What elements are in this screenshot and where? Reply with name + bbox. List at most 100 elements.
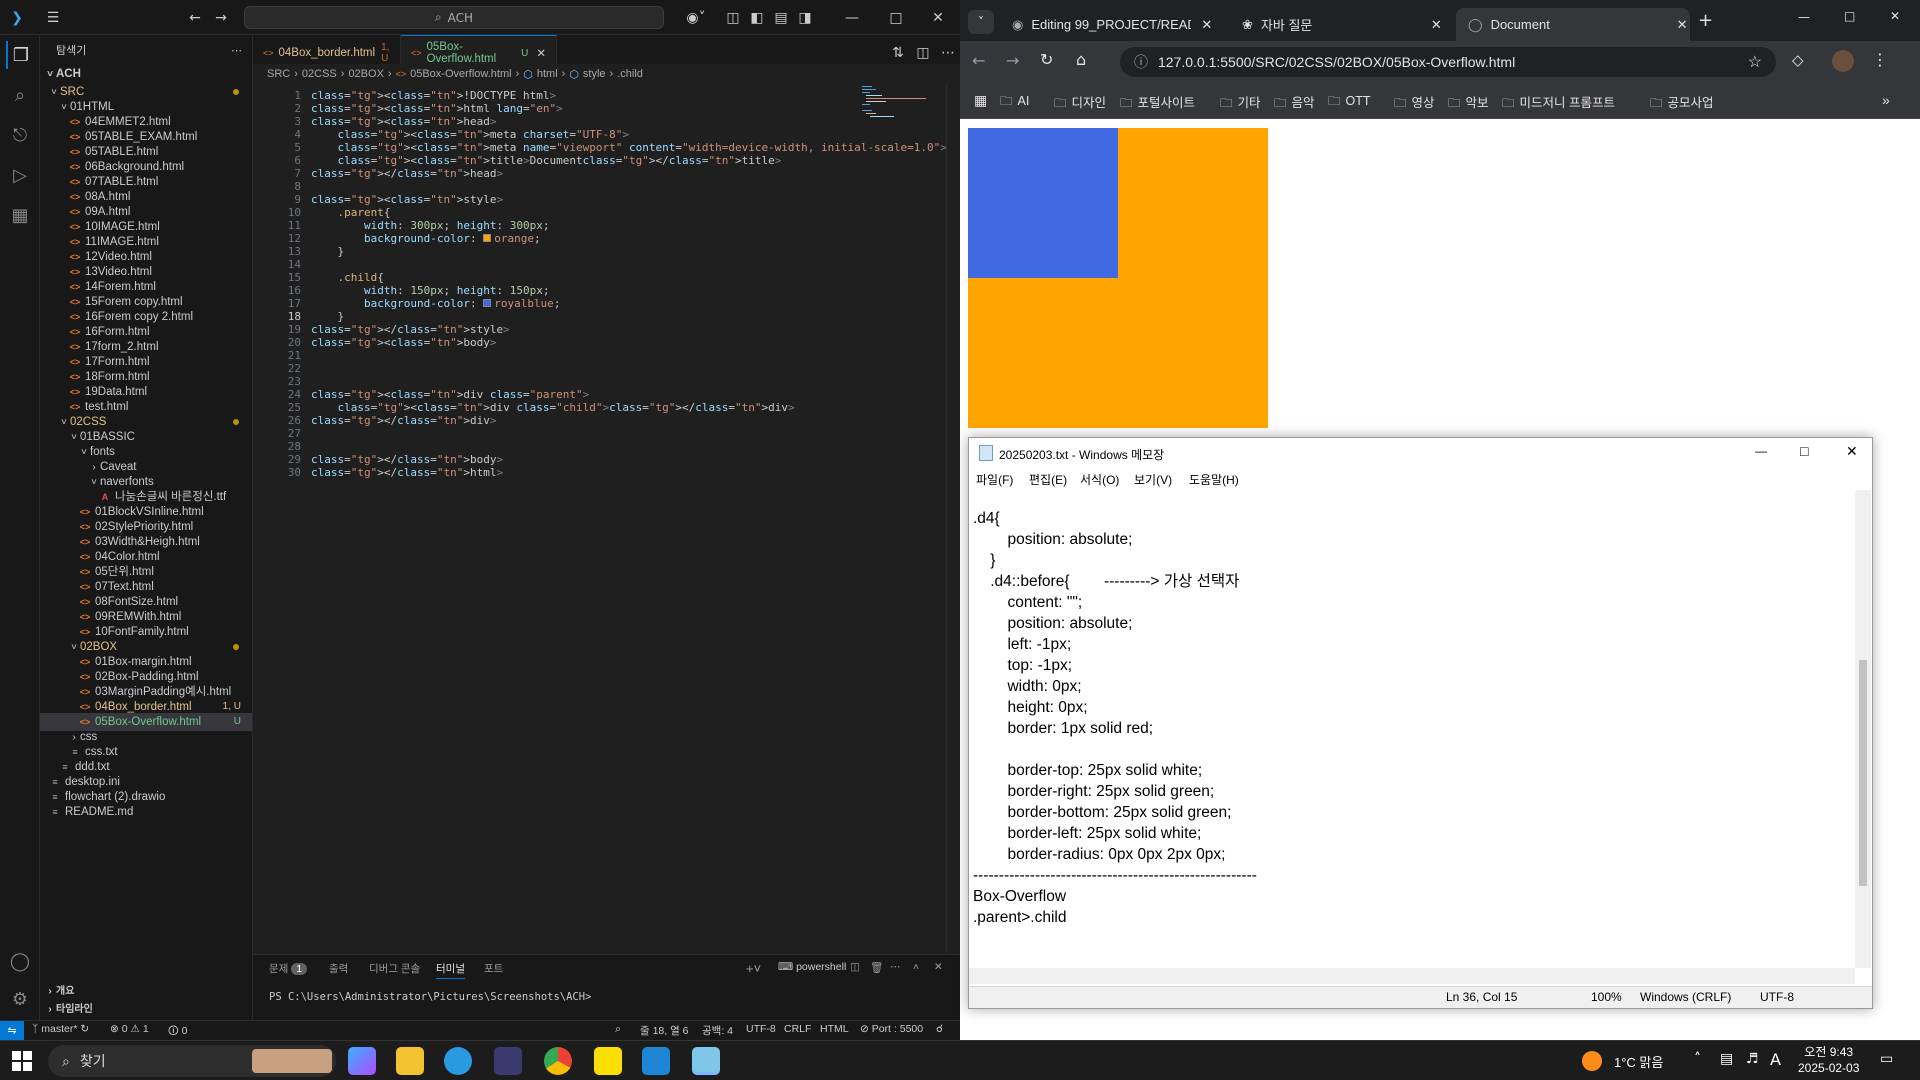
copilot-icon[interactable]: [348, 1047, 376, 1075]
network-tool-icon[interactable]: [494, 1047, 522, 1075]
toggle-secondary-sidebar-icon[interactable]: ◨: [790, 0, 820, 35]
account-icon[interactable]: ◯: [6, 947, 34, 975]
chrome-icon[interactable]: [544, 1047, 572, 1075]
source-control-icon[interactable]: ⎋: [6, 121, 34, 149]
minimize-button[interactable]: —: [1755, 444, 1767, 458]
tab-problems[interactable]: 문제 1: [269, 961, 308, 976]
menu-icon[interactable]: ☰: [38, 0, 68, 35]
breadcrumb-item[interactable]: 05Box-Overflow.html: [410, 68, 511, 80]
code-editor[interactable]: 1 class="tg"><class="tn">!DOCTYPE html> 2 c…: [253, 84, 960, 954]
split-terminal-icon[interactable]: ◫: [850, 961, 860, 973]
trash-icon[interactable]: 🗑: [870, 961, 883, 974]
back-arrow-icon[interactable]: ←: [972, 51, 985, 70]
notepad-taskbar-icon[interactable]: [692, 1047, 720, 1075]
close-tab-icon[interactable]: ✕: [1201, 17, 1212, 33]
bookmark-folder[interactable]: 🗀 영상: [1394, 92, 1435, 115]
code-line[interactable]: 30 class="tg"></class="tn">html>: [253, 465, 953, 481]
horizontal-scrollbar[interactable]: [969, 968, 1855, 984]
kakaotalk-icon[interactable]: [594, 1047, 622, 1075]
terminal-prompt[interactable]: PS C:\Users\Administrator\Pictures\Scree…: [269, 991, 591, 1003]
forward-arrow-icon[interactable]: →: [1006, 51, 1019, 70]
cursor-position[interactable]: 줄 18, 열 6: [640, 1023, 689, 1038]
vscode-taskbar-icon[interactable]: [642, 1047, 670, 1075]
bookmark-folder[interactable]: 🗀 디자인: [1054, 92, 1106, 115]
ime-indicator[interactable]: A: [1770, 1050, 1781, 1069]
editor-scrollbar[interactable]: [946, 84, 960, 954]
chrome-tab-document[interactable]: ◯ Document ✕: [1456, 8, 1690, 41]
command-center-search[interactable]: ⌕ ACH: [244, 6, 664, 29]
tab-search-icon[interactable]: ˅: [968, 10, 994, 34]
clock[interactable]: 오전 9:43 2025-02-03: [1798, 1044, 1859, 1076]
file-explorer-icon[interactable]: [396, 1047, 424, 1075]
address-bar[interactable]: ⓘ 127.0.0.1:5500/SRC/02CSS/02BOX/05Box-O…: [1120, 47, 1776, 77]
more-actions-icon[interactable]: ⋯: [231, 44, 242, 57]
breadcrumb-item[interactable]: html: [537, 68, 558, 80]
breadcrumb-item[interactable]: style: [583, 68, 606, 80]
outline-section[interactable]: › 개요: [40, 983, 252, 1001]
new-terminal-icon[interactable]: +˅: [746, 961, 761, 976]
close-tab-icon[interactable]: ✕: [1431, 17, 1442, 33]
notepad-text-area[interactable]: .d4{ position: absolute; } .d4::before{ …: [973, 508, 1853, 968]
maximize-panel-icon[interactable]: ˄: [913, 961, 919, 973]
minimize-button[interactable]: —: [1798, 10, 1810, 24]
terminal-shell[interactable]: ⌨ powershell: [778, 961, 846, 973]
timeline-section[interactable]: › 타임라인: [40, 1001, 252, 1019]
menu-format[interactable]: 서식(O): [1080, 471, 1119, 488]
tree-file[interactable]: ≡ README.md: [40, 803, 252, 821]
close-button[interactable]: ✕: [1890, 9, 1900, 23]
bookmark-folder[interactable]: 🗀 기타: [1220, 92, 1261, 115]
extensions-icon[interactable]: ◇: [1792, 51, 1804, 69]
tab-output[interactable]: 출력: [329, 961, 348, 976]
search-icon[interactable]: ⌕: [6, 81, 34, 109]
close-tab-icon[interactable]: ✕: [1677, 17, 1688, 33]
bookmark-folder[interactable]: 🗀 AI: [1000, 92, 1029, 113]
bell-icon[interactable]: ☌: [936, 1023, 943, 1035]
chrome-tab-java-question[interactable]: ❀ 자바 질문 ✕: [1230, 8, 1450, 41]
tab-ports[interactable]: 포트: [484, 961, 503, 976]
live-server-port[interactable]: ⊘ Port : 5500: [860, 1023, 923, 1035]
run-debug-icon[interactable]: ▷: [6, 161, 34, 189]
network-icon[interactable]: ▤: [1720, 1051, 1733, 1067]
close-panel-icon[interactable]: ✕: [934, 961, 943, 973]
chevron-up-icon[interactable]: ˄: [1694, 1051, 1701, 1067]
git-branch[interactable]: ᛉ master* ↻: [32, 1023, 89, 1035]
problems-status[interactable]: ⊗ 0 ⚠ 1: [110, 1023, 149, 1035]
weather-text[interactable]: 1°C 맑음: [1614, 1052, 1663, 1071]
reload-icon[interactable]: ↻: [1040, 50, 1053, 69]
indentation[interactable]: 공백: 4: [702, 1023, 733, 1038]
site-info-icon[interactable]: ⓘ: [1134, 52, 1148, 72]
taskbar-search[interactable]: ⌕ 찾기: [48, 1045, 336, 1077]
extensions-icon[interactable]: ▦: [6, 201, 34, 229]
breadcrumb-item[interactable]: 02BOX: [348, 68, 383, 80]
close-tab-icon[interactable]: ✕: [536, 46, 546, 60]
workspace-root[interactable]: ˅ ACH: [40, 65, 252, 83]
bookmark-folder[interactable]: 🗀 포털사이트: [1120, 92, 1195, 115]
notifications-icon[interactable]: ▭: [1880, 1051, 1893, 1067]
zoom-icon[interactable]: ⌕: [615, 1023, 621, 1036]
maximize-button[interactable]: □: [1844, 9, 1855, 23]
bookmark-folder[interactable]: 🗀 악보: [1448, 92, 1489, 115]
apps-icon[interactable]: ▦: [974, 92, 987, 109]
copilot-icon[interactable]: ◉˅: [676, 0, 716, 35]
remote-icon[interactable]: ⇋: [0, 1021, 24, 1040]
encoding[interactable]: UTF-8: [746, 1023, 776, 1035]
forward-arrow-icon[interactable]: →: [206, 0, 236, 35]
close-button[interactable]: ✕: [1846, 443, 1858, 460]
scrollbar-thumb[interactable]: [1859, 660, 1867, 886]
tab-terminal[interactable]: 터미널: [436, 961, 465, 979]
maximize-button[interactable]: □: [874, 0, 918, 35]
chrome-menu-icon[interactable]: ⋮: [1872, 50, 1888, 69]
language-mode[interactable]: HTML: [820, 1023, 849, 1035]
new-tab-button[interactable]: +: [1698, 10, 1713, 31]
menu-edit[interactable]: 편집(E): [1029, 471, 1067, 488]
close-button[interactable]: ✕: [916, 0, 960, 35]
bookmark-star-icon[interactable]: ☆: [1748, 52, 1762, 72]
volume-icon[interactable]: ♬: [1746, 1051, 1759, 1067]
minimize-button[interactable]: —: [830, 0, 874, 35]
bookmark-folder[interactable]: 🗀 미드저니 프롬프트: [1502, 92, 1615, 115]
bookmark-folder[interactable]: 🗀 OTT: [1328, 92, 1371, 113]
more-actions-icon[interactable]: ⋯: [890, 961, 901, 973]
minimap[interactable]: [860, 84, 945, 144]
menu-help[interactable]: 도움말(H): [1189, 471, 1239, 488]
gear-icon[interactable]: ⚙: [6, 985, 34, 1013]
